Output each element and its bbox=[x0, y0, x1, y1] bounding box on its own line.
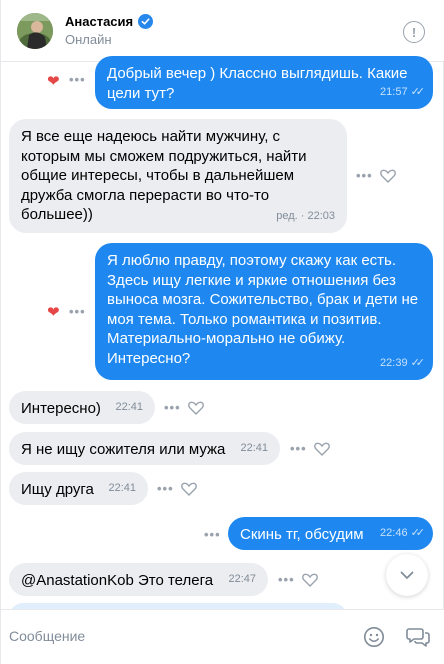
message-time: ред. · 22:03 bbox=[276, 209, 335, 222]
more-dots-icon[interactable]: ••• bbox=[278, 572, 295, 587]
more-dots-icon[interactable]: ••• bbox=[157, 481, 174, 496]
message-time: 22:41 bbox=[108, 481, 136, 494]
message-text: Добрый вечер ) Классно выглядишь. Какие … bbox=[107, 65, 408, 102]
message-text: Я все еще надеюсь найти мужчину, с котор… bbox=[21, 128, 307, 223]
message-time-label: 22:39 bbox=[380, 356, 408, 369]
message-text: Я люблю правду, поэтому скажу как есть. … bbox=[107, 252, 419, 367]
message-time: 21:57 ✓✓ bbox=[380, 83, 426, 103]
chat-bubbles-icon[interactable] bbox=[406, 626, 430, 648]
message-text: Интересно) bbox=[21, 400, 101, 417]
more-dots-icon[interactable]: ••• bbox=[164, 400, 181, 415]
info-circle-icon[interactable]: ! bbox=[403, 21, 425, 43]
more-dots-icon[interactable]: ••• bbox=[204, 527, 221, 542]
avatar[interactable] bbox=[17, 13, 53, 49]
scroll-down-button[interactable] bbox=[386, 554, 428, 596]
like-heart-outline-icon[interactable] bbox=[380, 169, 396, 183]
message-text: @AnastationKob Это телега bbox=[21, 572, 214, 589]
message-bubble-outgoing[interactable]: Добрый вечер ) Классно выглядишь. Какие … bbox=[95, 56, 433, 109]
more-dots-icon[interactable]: ••• bbox=[290, 441, 307, 456]
message-time: 22:41 bbox=[115, 400, 143, 413]
message-bubble-incoming[interactable]: Я все еще надеюсь найти мужчину, с котор… bbox=[9, 119, 347, 233]
message-bubble-outgoing[interactable]: Я люблю правду, поэтому скажу как есть. … bbox=[95, 243, 433, 380]
message-bubble-incoming[interactable]: Я не ищу сожителя или мужа 22:41 bbox=[9, 432, 280, 465]
contact-status: Онлайн bbox=[65, 32, 112, 47]
message-composer bbox=[1, 609, 444, 664]
message-text: Скинь тг, обсудим bbox=[240, 526, 364, 543]
message-text: Я не ищу сожителя или мужа bbox=[21, 441, 226, 458]
chat-header: Анастасия Онлайн ! bbox=[1, 0, 444, 62]
message-time: 22:39 ✓✓ bbox=[380, 354, 426, 374]
message-bubble-incoming[interactable]: Ищу друга 22:41 bbox=[9, 472, 148, 505]
message-time: 22:47 bbox=[228, 572, 256, 585]
contact-name[interactable]: Анастасия bbox=[65, 14, 154, 29]
message-bubble-outgoing[interactable]: Скинь тг, обсудим 22:46 ✓✓ bbox=[228, 517, 433, 550]
message-time: 22:41 bbox=[240, 441, 268, 454]
read-ticks-icon: ✓✓ bbox=[410, 356, 426, 369]
more-dots-icon[interactable]: ••• bbox=[69, 72, 86, 87]
message-time: 22:46 ✓✓ bbox=[380, 524, 426, 544]
message-text: Ищу друга bbox=[21, 481, 94, 498]
message-input[interactable] bbox=[9, 628, 309, 644]
like-heart-outline-icon[interactable] bbox=[314, 442, 330, 456]
read-ticks-icon: ✓✓ bbox=[410, 526, 426, 539]
message-bubble-incoming[interactable]: @AnastationKob Это телега 22:47 bbox=[9, 563, 268, 596]
like-heart-outline-icon[interactable] bbox=[181, 482, 197, 496]
chevron-down-icon bbox=[400, 571, 414, 579]
read-ticks-icon: ✓✓ bbox=[410, 85, 426, 98]
message-time-label: 22:46 bbox=[380, 526, 408, 539]
emoji-smile-icon[interactable] bbox=[363, 626, 385, 648]
liked-heart-icon[interactable]: ❤ bbox=[47, 72, 60, 90]
message-time-label: 21:57 bbox=[380, 85, 408, 98]
contact-name-label: Анастасия bbox=[65, 14, 134, 29]
more-dots-icon[interactable]: ••• bbox=[356, 168, 373, 183]
message-bubble-incoming[interactable]: Интересно) 22:41 bbox=[9, 391, 155, 424]
chat-window: Анастасия Онлайн ! ❤ ••• Добрый вечер ) … bbox=[0, 0, 444, 664]
liked-heart-icon[interactable]: ❤ bbox=[47, 303, 60, 321]
more-dots-icon[interactable]: ••• bbox=[69, 304, 86, 319]
like-heart-outline-icon[interactable] bbox=[302, 573, 318, 587]
like-heart-outline-icon[interactable] bbox=[188, 401, 204, 415]
verified-check-icon bbox=[138, 14, 154, 29]
